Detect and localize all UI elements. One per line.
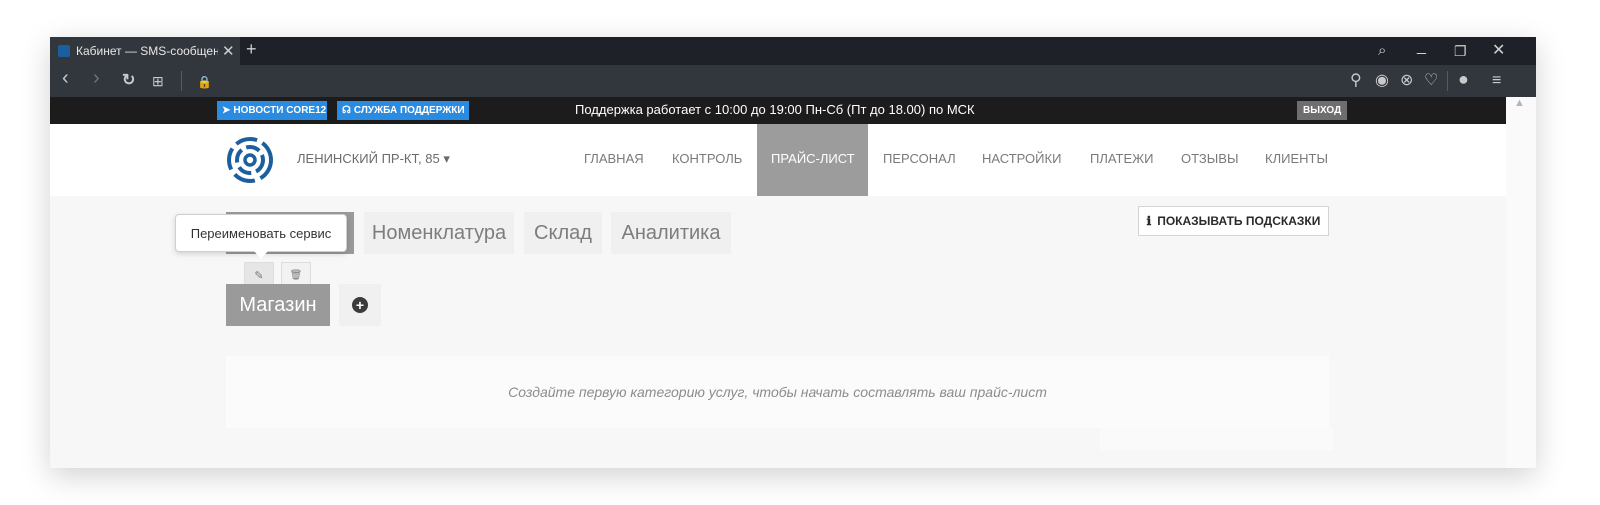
forward-icon[interactable]: ›	[93, 68, 100, 88]
main-nav: ЛЕНИНСКИЙ ПР-КТ, 85 ▾ ГЛАВНАЯ КОНТРОЛЬ П…	[50, 124, 1506, 196]
browser-tab[interactable]: Кабинет — SMS-сообщения ✕	[50, 37, 240, 65]
nav-item-settings[interactable]: НАСТРОЙКИ	[982, 151, 1061, 166]
edit-icon: ✎	[254, 270, 264, 282]
close-circle-icon[interactable]: ⊗	[1400, 71, 1413, 91]
tab-close-icon[interactable]: ✕	[222, 42, 235, 60]
show-hints-label: ПОКАЗЫВАТЬ ПОДСКАЗКИ	[1157, 214, 1321, 228]
page-search-icon[interactable]: ⚲	[1350, 71, 1362, 91]
tab-warehouse[interactable]: Склад	[524, 212, 602, 254]
support-hours-text: Поддержка работает с 10:00 до 19:00 Пн-С…	[575, 102, 975, 117]
back-icon[interactable]: ‹	[62, 68, 69, 88]
browser-toolbar: ‹ › ↻ ⊞ 🔒 ⚲ ◉ ⊗ ♡ ● ≡	[50, 65, 1536, 97]
scroll-up-icon[interactable]: ▲	[1514, 97, 1525, 109]
screenshot-icon[interactable]: ◉	[1375, 71, 1389, 91]
logout-button[interactable]: ВЫХОД	[1297, 101, 1348, 120]
empty-state-message: Создайте первую категорию услуг, чтобы н…	[508, 384, 1047, 400]
page-scrollbar[interactable]: ▲	[1506, 97, 1536, 468]
reload-icon[interactable]: ↻	[122, 71, 135, 91]
minimize-icon[interactable]: _	[1417, 37, 1426, 57]
add-service-button[interactable]: +	[339, 284, 381, 326]
support-button[interactable]: ☊ СЛУЖБА ПОДДЕРЖКИ	[337, 101, 469, 120]
rename-tooltip: Переименовать сервис	[175, 214, 347, 252]
browser-window: Кабинет — SMS-сообщения ✕ + ⌕ _ ❐ ✕ ‹ › …	[50, 37, 1536, 468]
nav-item-clients[interactable]: КЛИЕНТЫ	[1265, 151, 1328, 166]
nav-item-staff[interactable]: ПЕРСОНАЛ	[883, 151, 956, 166]
location-label: ЛЕНИНСКИЙ ПР-КТ, 85	[297, 151, 440, 166]
tab-analytics[interactable]: Аналитика	[611, 212, 731, 254]
settings-icon[interactable]: ≡	[1492, 71, 1501, 91]
nav-item-payments[interactable]: ПЛАТЕЖИ	[1090, 151, 1154, 166]
news-button-label: НОВОСТИ CORE12	[233, 105, 327, 116]
close-window-icon[interactable]: ✕	[1492, 41, 1505, 61]
chevron-down-icon: ▾	[443, 151, 450, 166]
location-selector[interactable]: ЛЕНИНСКИЙ ПР-КТ, 85 ▾	[297, 151, 450, 167]
headset-icon: ☊	[342, 105, 351, 116]
toolbar-divider	[181, 71, 182, 91]
service-shop[interactable]: Магазин	[226, 284, 330, 326]
send-icon: ➤	[222, 105, 231, 116]
plus-circle-icon: +	[352, 297, 368, 313]
lock-icon[interactable]: 🔒	[197, 72, 212, 92]
news-button[interactable]: ➤ НОВОСТИ CORE12	[217, 101, 327, 120]
show-hints-button[interactable]: ℹ ПОКАЗЫВАТЬ ПОДСКАЗКИ	[1138, 206, 1329, 236]
restore-icon[interactable]: ❐	[1454, 41, 1467, 61]
heart-icon[interactable]: ♡	[1424, 71, 1438, 91]
search-icon[interactable]: ⌕	[1378, 41, 1386, 61]
nav-item-control[interactable]: КОНТРОЛЬ	[672, 151, 742, 166]
nav-item-reviews[interactable]: ОТЗЫВЫ	[1181, 151, 1238, 166]
support-button-label: СЛУЖБА ПОДДЕРЖКИ	[353, 105, 465, 116]
tab-nomenclature[interactable]: Номенклатура	[364, 212, 514, 254]
site-top-bar: ➤ НОВОСТИ CORE12 ☊ СЛУЖБА ПОДДЕРЖКИ Подд…	[50, 97, 1506, 124]
nav-item-main[interactable]: ГЛАВНАЯ	[584, 151, 644, 166]
empty-state: Создайте первую категорию услуг, чтобы н…	[226, 356, 1329, 428]
tooltip-arrow	[254, 251, 268, 259]
footer-strip	[1100, 428, 1333, 450]
new-tab-icon[interactable]: +	[246, 39, 257, 60]
toolbar-divider	[1447, 71, 1448, 91]
nav-item-price-list[interactable]: ПРАЙС-ЛИСТ	[757, 124, 868, 196]
tab-title: Кабинет — SMS-сообщения	[76, 44, 218, 58]
trash-icon: 🗑	[289, 270, 303, 281]
company-logo[interactable]	[226, 136, 274, 184]
tab-strip: Кабинет — SMS-сообщения ✕ + ⌕ _ ❐ ✕	[50, 37, 1536, 65]
speed-dial-icon[interactable]: ⊞	[152, 71, 164, 91]
profile-icon[interactable]: ●	[1458, 69, 1469, 89]
favicon-icon	[58, 45, 70, 57]
info-icon: ℹ	[1146, 214, 1152, 228]
